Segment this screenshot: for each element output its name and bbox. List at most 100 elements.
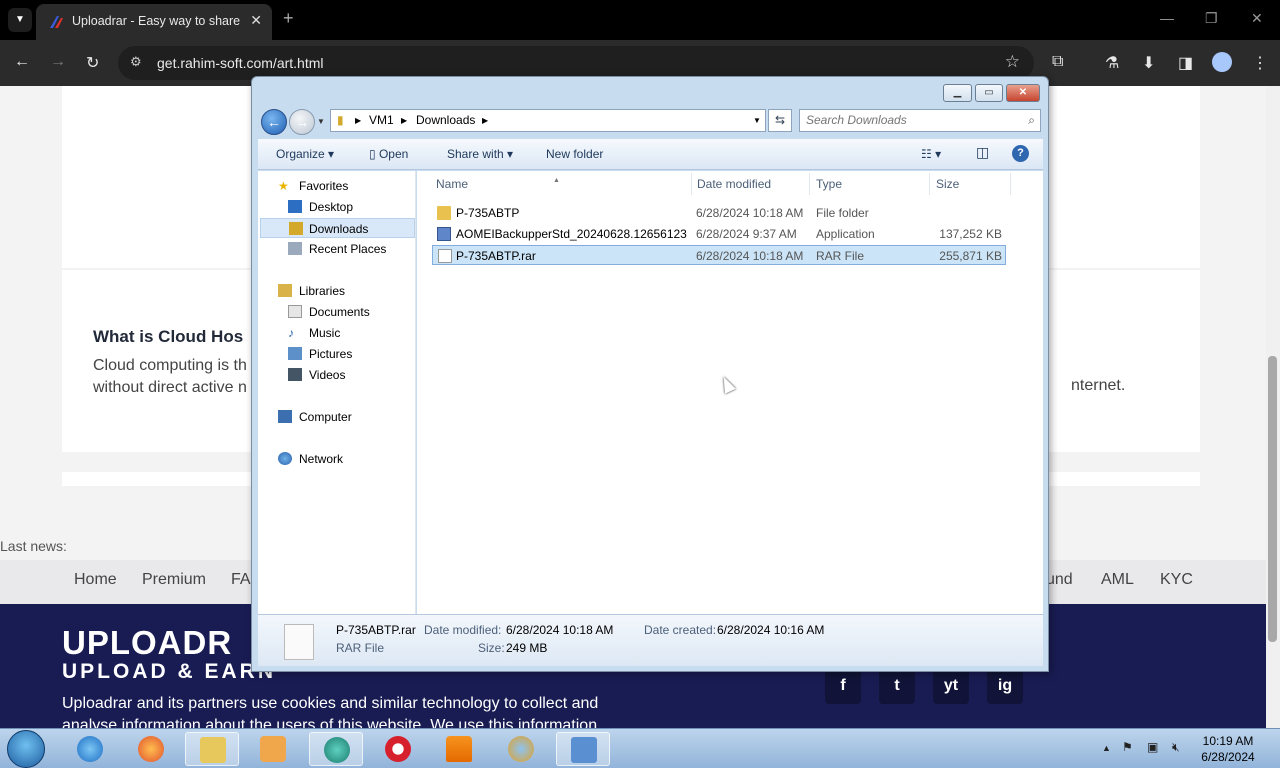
open-button[interactable]: ▯ Open xyxy=(369,147,408,161)
explorer-close-button[interactable]: ✕ xyxy=(1006,84,1040,102)
search-input[interactable] xyxy=(806,113,1016,127)
taskbar-vlc[interactable] xyxy=(432,732,486,766)
explorer-back-button[interactable]: ← xyxy=(261,109,287,135)
taskbar-firefox[interactable] xyxy=(124,732,178,766)
labs-flask-icon[interactable]: ⚗ xyxy=(1105,53,1119,73)
file-row-selected[interactable]: P-735ABTP.rar 6/28/2024 10:18 AM RAR Fil… xyxy=(432,245,1006,265)
view-options-icon[interactable]: ☷ ▾ xyxy=(921,147,941,161)
explorer-minimize-button[interactable]: ▁ xyxy=(943,84,972,102)
taskbar-opera[interactable] xyxy=(371,732,425,766)
address-bar[interactable]: ⚙ get.rahim-soft.com/art.html ☆ xyxy=(118,46,1034,80)
breadcrumb-separator-icon[interactable]: ▶ xyxy=(482,116,488,125)
taskbar-remote-desktop[interactable] xyxy=(556,732,610,766)
nav-downloads[interactable]: Downloads xyxy=(260,218,415,238)
close-window-icon[interactable]: ✕ xyxy=(1251,10,1263,27)
facebook-icon[interactable]: f xyxy=(825,668,861,704)
bookmark-star-icon[interactable]: ☆ xyxy=(1005,52,1020,72)
menu-aml-link[interactable]: AML xyxy=(1101,571,1134,589)
site-info-icon[interactable]: ⚙ xyxy=(130,54,142,70)
profile-avatar[interactable] xyxy=(1212,52,1232,72)
videos-icon xyxy=(288,368,302,381)
volume-muted-icon[interactable]: 🔇︎ xyxy=(1172,740,1180,755)
instagram-icon[interactable]: ig xyxy=(987,668,1023,704)
side-panel-icon[interactable]: ◨ xyxy=(1178,53,1193,73)
share-with-label: Share with xyxy=(447,147,504,161)
close-tab-icon[interactable]: ✕ xyxy=(250,12,262,29)
breadcrumb-separator-icon[interactable]: ▶ xyxy=(401,116,407,125)
file-row[interactable]: AOMEIBackupperStd_20240628.12656123 6/28… xyxy=(432,224,1006,244)
new-folder-button[interactable]: New folder xyxy=(546,147,603,161)
open-label: Open xyxy=(378,147,409,161)
taskbar-app-gear[interactable] xyxy=(494,732,548,766)
network-icon xyxy=(278,452,292,465)
taskbar-media-player[interactable] xyxy=(246,732,300,766)
action-center-flag-icon[interactable]: ⚑ xyxy=(1122,740,1133,754)
windows-taskbar: ▲ ⚑ ▣ 🔇︎ 10:19 AM 6/28/2024 xyxy=(0,728,1280,768)
explorer-maximize-button[interactable]: ▭ xyxy=(975,84,1003,102)
libraries-icon xyxy=(278,284,292,297)
computer-icon xyxy=(278,410,292,423)
address-breadcrumb[interactable]: ▮ ▶ VM1 ▶ Downloads ▶ ▼ xyxy=(330,109,766,132)
browser-menu-icon[interactable]: ⋮ xyxy=(1252,53,1268,73)
menu-faq-link[interactable]: FA xyxy=(231,571,251,589)
menu-premium-link[interactable]: Premium xyxy=(142,571,206,589)
twitter-icon[interactable]: t xyxy=(879,668,915,704)
paragraph-tail: nternet. xyxy=(1071,377,1126,394)
extensions-icon[interactable]: ⧉ xyxy=(1052,53,1063,71)
system-clock[interactable]: 10:19 AM 6/28/2024 xyxy=(1196,733,1260,765)
file-row[interactable]: P-735ABTP 6/28/2024 10:18 AM File folder xyxy=(432,203,1006,223)
column-type[interactable]: Type xyxy=(810,173,930,195)
forward-arrow-icon[interactable]: → xyxy=(50,53,66,71)
explorer-forward-button[interactable]: → xyxy=(289,109,315,135)
start-button[interactable] xyxy=(7,730,45,768)
file-large-icon xyxy=(284,624,314,660)
column-date-modified[interactable]: Date modified xyxy=(692,173,810,195)
menu-kyc-link[interactable]: KYC xyxy=(1160,571,1193,589)
remote-desktop-icon xyxy=(571,737,597,763)
browser-tab-active[interactable]: Uploadrar - Easy way to share ✕ xyxy=(36,4,272,40)
breadcrumb-vm1[interactable]: VM1 xyxy=(369,113,394,127)
youtube-icon[interactable]: yt xyxy=(933,668,969,704)
opera-icon xyxy=(385,736,411,762)
page-scrollbar-thumb[interactable] xyxy=(1268,356,1277,642)
organize-button[interactable]: Organize ▾ xyxy=(276,147,334,161)
column-name[interactable]: Name ▲ xyxy=(417,173,692,195)
paragraph-line-1: Cloud computing is th xyxy=(93,357,247,374)
breadcrumb-downloads[interactable]: Downloads xyxy=(416,113,475,127)
column-size[interactable]: Size xyxy=(930,173,1011,195)
restore-window-icon[interactable]: ❐ xyxy=(1205,10,1218,27)
new-tab-icon[interactable]: + xyxy=(283,8,294,29)
menu-home-link[interactable]: Home xyxy=(74,571,117,589)
settings-globe-icon xyxy=(508,736,534,762)
download-icon[interactable]: ⬇ xyxy=(1142,53,1155,73)
network-status-icon[interactable]: ▣ xyxy=(1147,740,1158,754)
address-dropdown-icon[interactable]: ▼ xyxy=(753,116,761,125)
taskbar-internet-explorer[interactable] xyxy=(63,732,117,766)
taskbar-chrome-app[interactable] xyxy=(309,732,363,766)
breadcrumb-separator-icon[interactable]: ▶ xyxy=(355,116,361,125)
search-icon[interactable]: ⌕ xyxy=(1028,113,1035,128)
minimize-window-icon[interactable]: — xyxy=(1160,10,1174,26)
help-icon[interactable]: ? xyxy=(1012,145,1029,162)
command-bar: Organize ▾ ▯ Open Share with ▾ New folde… xyxy=(258,139,1043,170)
taskbar-explorer[interactable] xyxy=(185,732,239,766)
file-icon xyxy=(438,249,452,263)
share-with-button[interactable]: Share with ▾ xyxy=(447,147,513,161)
folder-icon xyxy=(200,737,226,763)
menu-refund-link[interactable]: und xyxy=(1046,571,1073,589)
firefox-icon xyxy=(138,736,164,762)
uploadrar-logo[interactable]: UPLOADR xyxy=(62,624,232,662)
detail-size-label: Size: xyxy=(478,641,505,655)
search-box[interactable]: ⌕ xyxy=(799,109,1041,132)
clock-time: 10:19 AM xyxy=(1202,734,1254,748)
recent-pages-dropdown-icon[interactable]: ▼ xyxy=(317,117,325,126)
tray-expand-icon[interactable]: ▲ xyxy=(1102,743,1111,753)
back-arrow-icon[interactable]: ← xyxy=(14,53,30,71)
refresh-icon[interactable]: ⇆ xyxy=(768,109,792,132)
reload-icon[interactable]: ↻ xyxy=(86,53,99,73)
url-text: get.rahim-soft.com/art.html xyxy=(157,55,324,71)
uploadrar-favicon-icon xyxy=(50,16,63,28)
tab-search-button[interactable]: ▼ xyxy=(8,8,32,32)
preview-pane-icon[interactable]: ◫ xyxy=(976,144,989,161)
internet-explorer-icon xyxy=(77,736,103,762)
